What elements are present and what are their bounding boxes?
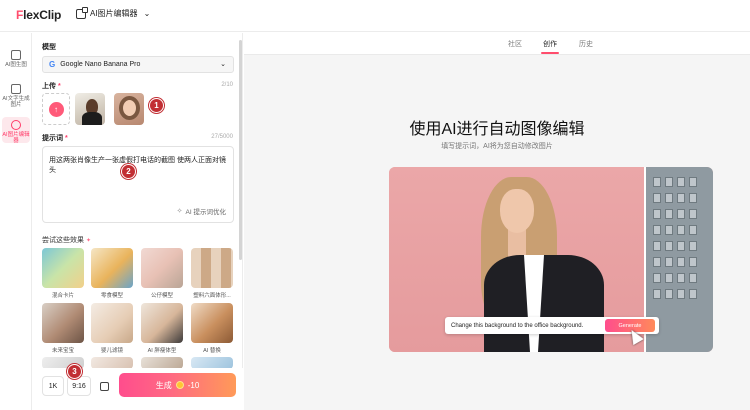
prompt-count: 27/5000 (211, 134, 233, 140)
model-label: 模型 (42, 44, 56, 51)
effect-image (141, 248, 183, 288)
credit-coin-icon (175, 381, 184, 389)
hero-preview-image: Change this background to the office bac… (389, 167, 713, 352)
image-to-image-icon (11, 50, 21, 60)
rail-item-label: AI文字生成图片 (2, 96, 30, 109)
effect-label: AI 胖瘦体型 (147, 348, 177, 354)
tab-community[interactable]: 社区 (508, 39, 522, 49)
generate-bar: 1K 9:16 生成 -10 (33, 368, 243, 410)
upload-label: 上传 * (42, 83, 61, 90)
model-select[interactable]: G Google Nano Banana Pro ⌄ (42, 56, 234, 73)
effects-label: 尝试这些效果 ✦ (42, 237, 91, 244)
effect-card[interactable]: 混合卡片 (42, 248, 84, 299)
top-header: FlexClip AI图片编辑器 ⌄ (0, 0, 750, 32)
effect-card[interactable]: AI 胖瘦体型 (141, 303, 183, 354)
ai-optimize-button[interactable]: ✧ AI 提示词优化 (177, 206, 226, 216)
generate-label: 生成 (155, 380, 172, 390)
resolution-button[interactable]: 1K (42, 376, 64, 396)
effect-image (141, 303, 183, 343)
image-count-button[interactable] (94, 376, 114, 396)
effect-image (91, 248, 133, 288)
effect-image (91, 303, 133, 343)
panel-scrollbar[interactable] (239, 40, 242, 260)
effect-label: 塑料六面体形... (193, 293, 231, 299)
image-editor-icon (11, 120, 21, 130)
effect-image (191, 248, 233, 288)
google-icon: G (49, 60, 56, 69)
upload-icon: ↑ (48, 101, 64, 117)
logo-text: lexClip (23, 8, 62, 22)
demo-prompt-text: Change this background to the office bac… (451, 322, 584, 329)
effect-label: 混合卡片 (51, 293, 74, 299)
chevron-down-icon: ⌄ (220, 61, 226, 68)
effect-image (191, 303, 233, 343)
rail-item-text-to-image[interactable]: AI文字生成图片 (2, 81, 30, 109)
upload-dropzone[interactable]: ↑ (42, 93, 70, 125)
tab-history[interactable]: 历史 (579, 39, 593, 49)
tool-switcher[interactable]: AI图片编辑器 ⌄ (76, 6, 151, 19)
effect-card[interactable]: 零食模型 (91, 248, 133, 299)
effect-image (42, 303, 84, 343)
woman-face (500, 189, 534, 233)
prompt-label: 提示词 * (42, 135, 68, 142)
sparkle-icon: ✧ (176, 208, 183, 215)
page-title: 使用AI进行自动图像编辑 (409, 121, 585, 138)
effect-card[interactable]: 塑料六面体形... (191, 248, 233, 299)
left-rail: AI图生图 AI文字生成图片 AI图片编辑器 (0, 33, 32, 410)
woman-blazer (484, 255, 604, 352)
image-stack-icon (99, 381, 109, 391)
tab-create[interactable]: 创作 (541, 39, 559, 54)
marker-2: 2 (121, 164, 136, 179)
uploaded-image-1[interactable] (75, 93, 105, 125)
effect-card[interactable]: 未来宝宝 (42, 303, 84, 354)
effect-label: 婴儿滤镜 (100, 348, 123, 354)
prompt-text: 用这两张肖像生产一张虚假打电话的截图 使两人正面对镜头 (49, 157, 226, 174)
prompt-textarea[interactable]: 用这两张肖像生产一张虚假打电话的截图 使两人正面对镜头 ✧ AI 提示词优化 (42, 146, 234, 223)
effect-card[interactable]: 婴儿滤镜 (91, 303, 133, 354)
flexclip-logo[interactable]: FlexClip (16, 8, 61, 22)
woman-neck (508, 229, 526, 257)
generate-cost: -10 (187, 380, 200, 390)
rail-item-image-editor[interactable]: AI图片编辑器 (2, 117, 30, 145)
marker-1: 1 (149, 98, 164, 113)
rail-item-label: AI图生图 (5, 62, 27, 68)
rail-item-image-to-image[interactable]: AI图生图 (2, 47, 30, 68)
model-value: Google Nano Banana Pro (60, 61, 141, 68)
chevron-down-icon: ⌄ (143, 9, 151, 18)
effect-label: AI 替换 (203, 348, 221, 354)
effect-label: 公仔模型 (150, 293, 173, 299)
effect-label: 零食模型 (100, 293, 123, 299)
main-tabs: 社区 创作 历史 (244, 33, 750, 55)
page-subtitle: 填写提示词，AI将为您自动修改图片 (441, 143, 553, 150)
marker-3: 3 (67, 364, 82, 379)
image-edit-icon (76, 6, 88, 19)
upload-count: 2/10 (221, 82, 233, 88)
tool-name: AI图片编辑器 (90, 9, 138, 18)
uploaded-image-2[interactable] (114, 93, 144, 125)
rail-item-label: AI图片编辑器 (2, 132, 30, 145)
settings-panel: 模型 G Google Nano Banana Pro ⌄ 上传 * 2/10 … (33, 33, 243, 410)
effect-image (42, 248, 84, 288)
effect-label: 未来宝宝 (51, 348, 74, 354)
generate-button[interactable]: 生成 -10 (119, 373, 236, 397)
ai-optimize-label: AI 提示词优化 (185, 209, 226, 216)
aspect-ratio-button[interactable]: 9:16 (67, 376, 91, 396)
effect-card[interactable]: AI 替换 (191, 303, 233, 354)
effect-card[interactable]: 公仔模型 (141, 248, 183, 299)
text-to-image-icon (11, 84, 21, 94)
